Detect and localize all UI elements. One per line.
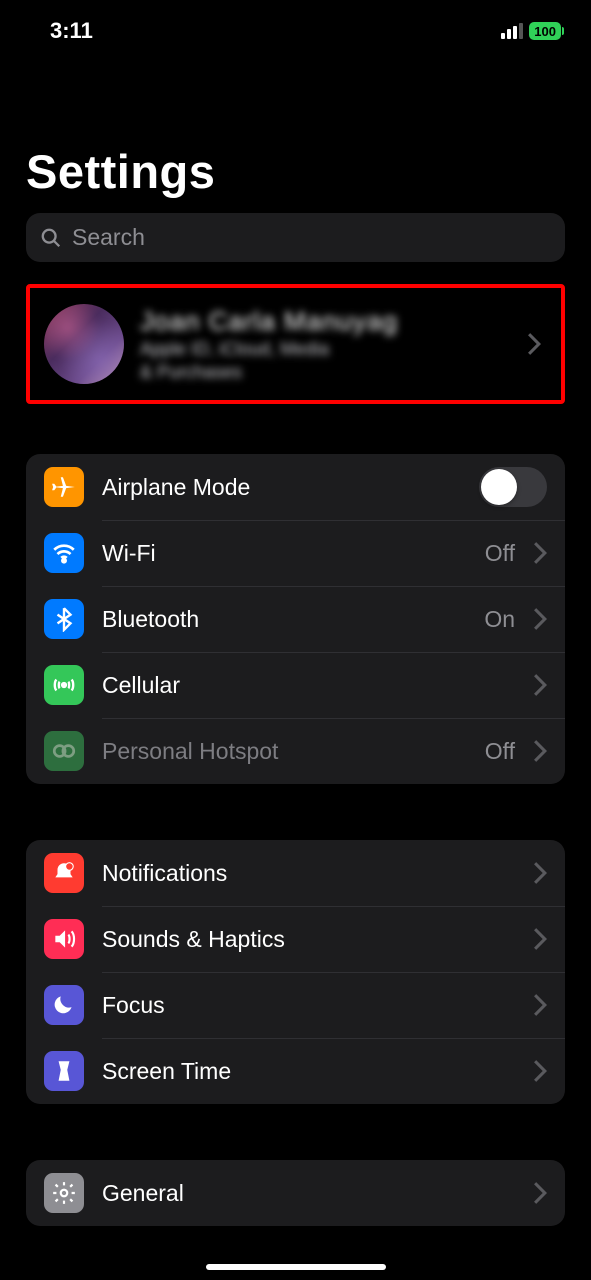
chevron-right-icon xyxy=(533,740,547,762)
airplane-mode-toggle[interactable] xyxy=(479,467,547,507)
sounds-icon xyxy=(44,919,84,959)
row-label: General xyxy=(102,1180,515,1207)
cellular-row[interactable]: Cellular xyxy=(26,652,565,718)
apple-id-group-highlight: Joan Carla Manuyag Apple ID, iCloud, Med… xyxy=(26,284,565,404)
cellular-icon xyxy=(44,665,84,705)
chevron-right-icon xyxy=(533,608,547,630)
airplane-mode-row[interactable]: Airplane Mode xyxy=(26,454,565,520)
chevron-right-icon xyxy=(533,1182,547,1204)
wifi-icon xyxy=(44,533,84,573)
page-title: Settings xyxy=(26,144,565,199)
row-label: Screen Time xyxy=(102,1058,515,1085)
profile-subtitle: Apple ID, iCloud, Media xyxy=(140,339,511,360)
connectivity-group: Airplane Mode Wi-Fi Off Bluetooth On xyxy=(26,454,565,784)
screentime-row[interactable]: Screen Time xyxy=(26,1038,565,1104)
alerts-group: Notifications Sounds & Haptics Focus Scr… xyxy=(26,840,565,1104)
focus-row[interactable]: Focus xyxy=(26,972,565,1038)
general-icon xyxy=(44,1173,84,1213)
chevron-right-icon xyxy=(533,1060,547,1082)
search-placeholder: Search xyxy=(72,224,145,251)
sounds-row[interactable]: Sounds & Haptics xyxy=(26,906,565,972)
search-input[interactable]: Search xyxy=(26,213,565,262)
home-indicator[interactable] xyxy=(206,1264,386,1270)
chevron-right-icon xyxy=(533,928,547,950)
profile-name: Joan Carla Manuyag xyxy=(140,306,511,337)
row-value: Off xyxy=(485,540,515,567)
notifications-icon xyxy=(44,853,84,893)
profile-subtitle-2: & Purchases xyxy=(140,362,511,383)
airplane-icon xyxy=(44,467,84,507)
signal-icon xyxy=(501,23,523,39)
status-time: 3:11 xyxy=(50,18,93,44)
chevron-right-icon xyxy=(527,333,541,355)
apple-id-row[interactable]: Joan Carla Manuyag Apple ID, iCloud, Med… xyxy=(30,292,561,396)
row-label: Airplane Mode xyxy=(102,474,461,501)
chevron-right-icon xyxy=(533,542,547,564)
row-value: On xyxy=(484,606,515,633)
personal-hotspot-row[interactable]: Personal Hotspot Off xyxy=(26,718,565,784)
chevron-right-icon xyxy=(533,994,547,1016)
profile-text: Joan Carla Manuyag Apple ID, iCloud, Med… xyxy=(140,306,511,383)
avatar xyxy=(44,304,124,384)
row-label: Sounds & Haptics xyxy=(102,926,515,953)
row-label: Personal Hotspot xyxy=(102,738,467,765)
row-label: Notifications xyxy=(102,860,515,887)
focus-icon xyxy=(44,985,84,1025)
row-label: Cellular xyxy=(102,672,515,699)
bluetooth-icon xyxy=(44,599,84,639)
general-group: General xyxy=(26,1160,565,1226)
row-label: Bluetooth xyxy=(102,606,466,633)
hotspot-icon xyxy=(44,731,84,771)
row-label: Focus xyxy=(102,992,515,1019)
row-value: Off xyxy=(485,738,515,765)
general-row[interactable]: General xyxy=(26,1160,565,1226)
toggle-knob xyxy=(481,469,517,505)
screentime-icon xyxy=(44,1051,84,1091)
battery-icon: 100 xyxy=(529,22,561,40)
status-bar: 3:11 100 xyxy=(0,0,591,54)
chevron-right-icon xyxy=(533,674,547,696)
chevron-right-icon xyxy=(533,862,547,884)
status-icons: 100 xyxy=(501,22,561,40)
row-label: Wi-Fi xyxy=(102,540,467,567)
notifications-row[interactable]: Notifications xyxy=(26,840,565,906)
bluetooth-row[interactable]: Bluetooth On xyxy=(26,586,565,652)
wifi-row[interactable]: Wi-Fi Off xyxy=(26,520,565,586)
search-icon xyxy=(40,227,62,249)
